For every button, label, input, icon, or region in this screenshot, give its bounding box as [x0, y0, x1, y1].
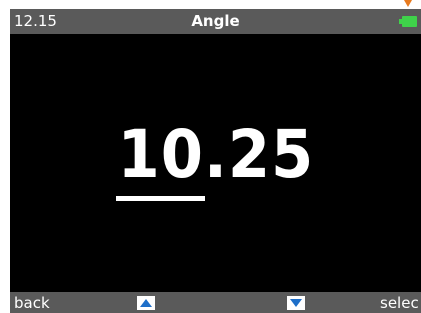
- select-softkey[interactable]: selec: [380, 293, 419, 313]
- arrow-up-icon: [140, 299, 152, 307]
- battery-icon: [399, 16, 417, 27]
- back-softkey[interactable]: back: [14, 293, 50, 313]
- up-button[interactable]: [137, 296, 155, 310]
- edit-cursor: [116, 196, 205, 201]
- status-bar: 12.15 Angle: [10, 9, 421, 34]
- device-screen: 12.15 Angle 10.25 back selec: [10, 9, 421, 313]
- softkey-bar: back selec: [10, 292, 421, 313]
- down-button[interactable]: [287, 296, 305, 310]
- screen-title: Angle: [191, 12, 240, 30]
- value-display: 10.25: [10, 117, 421, 193]
- battery-level: [402, 16, 417, 27]
- indicator-arrow-icon: [404, 0, 412, 7]
- arrow-down-icon: [290, 299, 302, 307]
- angle-value: 10.25: [117, 116, 314, 193]
